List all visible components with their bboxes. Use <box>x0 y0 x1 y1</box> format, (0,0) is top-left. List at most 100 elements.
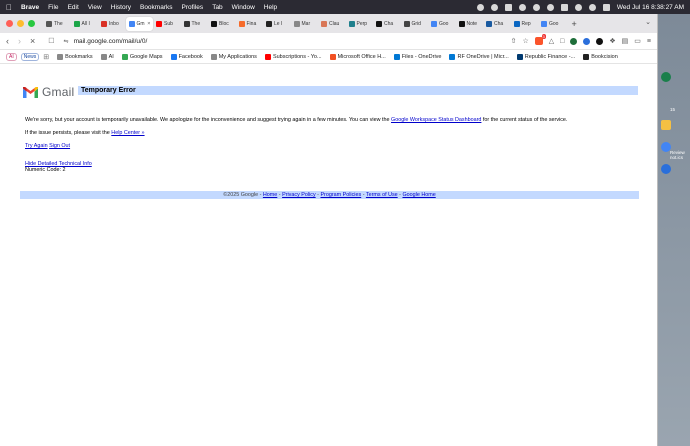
persist-message-text: If the issue persists, please visit the <box>25 130 112 136</box>
gmail-logo[interactable]: Gmail <box>23 85 74 99</box>
browser-tab[interactable]: Clau <box>318 17 345 31</box>
browser-tab[interactable]: All I <box>71 17 98 31</box>
browser-tab[interactable]: The <box>181 17 208 31</box>
wallet-icon[interactable]: ▭ <box>634 37 641 45</box>
star-icon[interactable]: ☆ <box>522 37 528 45</box>
url-text[interactable]: mail.google.com/mail/u/0/ <box>74 38 148 45</box>
menu-window[interactable]: Window <box>232 4 255 11</box>
status-app-icon[interactable] <box>518 3 526 11</box>
browser-tab[interactable]: Inbo <box>98 17 125 31</box>
extension-icon[interactable] <box>583 37 591 45</box>
browser-tab[interactable]: Sub <box>153 17 180 31</box>
status-app-icon[interactable] <box>490 3 498 11</box>
menu-edit[interactable]: Edit <box>68 4 79 11</box>
control-center-icon[interactable] <box>602 3 610 11</box>
menubar-clock[interactable]: Wed Jul 16 8:38:27 AM <box>617 4 684 11</box>
site-info-icon[interactable]: ⇋ <box>64 38 69 45</box>
ai-pill[interactable]: AI <box>6 52 17 61</box>
bookmark-item[interactable]: RF OneDrive | Micr... <box>449 53 509 60</box>
browser-tab[interactable]: Mar <box>291 17 318 31</box>
close-tab-icon[interactable]: × <box>147 21 150 27</box>
browser-tab[interactable]: Goo <box>428 17 455 31</box>
browser-tab[interactable]: Cha <box>373 17 400 31</box>
browser-tab[interactable]: Grid <box>401 17 428 31</box>
news-pill[interactable]: News <box>20 52 40 61</box>
address-bar[interactable]: ⇋ mail.google.com/mail/u/0/ <box>64 38 511 45</box>
wifi-icon[interactable] <box>574 3 582 11</box>
desktop-folder-icon[interactable] <box>661 120 671 130</box>
desktop-app-icon[interactable] <box>661 164 671 174</box>
bookmark-item[interactable]: Microsoft Office H... <box>329 53 386 60</box>
apple-icon[interactable]:  <box>6 3 12 12</box>
footer-privacy-link[interactable]: Privacy Policy <box>282 192 316 198</box>
bookmark-label: Facebook <box>178 53 203 60</box>
bookmark-item[interactable]: Subscriptions - Yo... <box>264 53 322 60</box>
bookmark-favicon-icon <box>329 53 336 60</box>
bookmark-item[interactable]: Bookmarks <box>57 53 93 60</box>
tab-search-chevron-icon[interactable]: ⌄ <box>645 18 651 26</box>
reading-list-icon[interactable]: ▤ <box>622 37 629 45</box>
bookmark-item[interactable]: Google Maps <box>121 53 163 60</box>
browser-tab[interactable]: Perp <box>346 17 373 31</box>
browser-tab[interactable]: Note <box>456 17 483 31</box>
browser-tab[interactable]: Cha <box>483 17 510 31</box>
menu-history[interactable]: History <box>111 4 131 11</box>
sign-out-link[interactable]: Sign Out <box>49 143 70 149</box>
share-icon[interactable]: ⇧ <box>511 37 517 45</box>
bookmark-item[interactable]: Bookcision <box>583 53 618 60</box>
menu-help[interactable]: Help <box>264 4 277 11</box>
tab-favicon-icon <box>238 20 245 27</box>
browser-tab[interactable]: Gm × <box>125 16 153 31</box>
menu-view[interactable]: View <box>88 4 102 11</box>
bookmark-item[interactable]: AI <box>100 53 114 60</box>
footer-program-policies-link[interactable]: Program Policies <box>320 192 361 198</box>
status-app-icon[interactable] <box>532 3 540 11</box>
footer-home-link[interactable]: Home <box>263 192 277 198</box>
desktop-app-icon[interactable] <box>661 72 671 82</box>
battery-icon[interactable] <box>560 3 568 11</box>
forward-button[interactable]: › <box>18 36 21 46</box>
extension-icon[interactable] <box>570 37 578 45</box>
extensions-puzzle-icon[interactable]: ❖ <box>609 37 615 45</box>
menu-profiles[interactable]: Profiles <box>182 4 204 11</box>
try-again-link[interactable]: Try Again <box>25 143 48 149</box>
bookmark-icon[interactable]: ☐ <box>48 37 54 45</box>
stop-loading-button[interactable]: × <box>30 36 35 46</box>
search-icon[interactable] <box>588 3 596 11</box>
minimize-window-button[interactable] <box>17 20 24 27</box>
bookmark-label: Google Maps <box>129 53 163 60</box>
menu-app-brave[interactable]: Brave <box>21 4 39 11</box>
rewards-icon[interactable]: △ <box>549 37 554 45</box>
sidebar-icon[interactable]: □ <box>560 38 564 45</box>
help-center-link[interactable]: Help Center » <box>111 130 144 136</box>
browser-tab[interactable]: Le I <box>263 17 290 31</box>
menu-icon[interactable]: ≡ <box>647 38 651 45</box>
browser-tab[interactable]: Goo <box>538 17 565 31</box>
browser-tab[interactable]: Bloc <box>208 17 235 31</box>
bookmark-item[interactable]: Files - OneDrive <box>393 53 441 60</box>
new-tab-button[interactable]: + <box>572 19 577 29</box>
back-button[interactable]: ‹ <box>6 36 9 46</box>
browser-tab[interactable]: Rep <box>511 17 538 31</box>
menu-bookmarks[interactable]: Bookmarks <box>140 4 173 11</box>
zoom-window-button[interactable] <box>28 20 35 27</box>
tab-favicon-icon <box>348 20 355 27</box>
status-app-icon[interactable] <box>546 3 554 11</box>
close-window-button[interactable] <box>6 20 13 27</box>
browser-tab[interactable]: Fina <box>236 17 263 31</box>
menu-file[interactable]: File <box>48 4 58 11</box>
status-app-icon[interactable] <box>504 3 512 11</box>
menu-tab[interactable]: Tab <box>212 4 222 11</box>
extension-icon[interactable] <box>596 37 604 45</box>
status-app-icon[interactable] <box>476 3 484 11</box>
bookmark-item[interactable]: Republic Finance -... <box>516 53 575 60</box>
bookmark-item[interactable]: My Applications <box>210 53 257 60</box>
bookmark-favicon-icon <box>449 53 456 60</box>
brave-shields-icon[interactable]: 3 <box>534 34 546 45</box>
status-dashboard-link[interactable]: Google Workspace Status Dashboard <box>391 117 481 123</box>
bookmark-item[interactable]: Facebook <box>170 53 203 60</box>
browser-tab[interactable]: The <box>43 17 70 31</box>
footer-terms-link[interactable]: Terms of Use <box>366 192 398 198</box>
footer-google-home-link[interactable]: Google Home <box>402 192 435 198</box>
apps-grid-icon[interactable]: ⊞ <box>43 53 49 61</box>
